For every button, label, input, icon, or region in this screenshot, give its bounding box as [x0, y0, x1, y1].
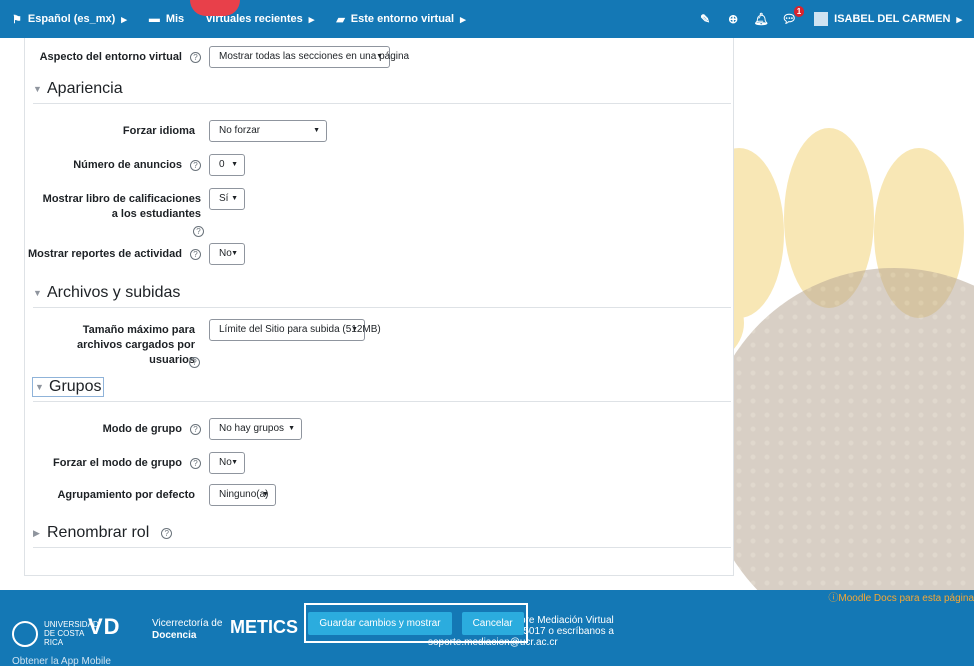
course-format-select[interactable]: Mostrar todas las secciones en una págin… — [209, 46, 409, 68]
show-reports-label: Mostrar reportes de actividad? — [28, 247, 201, 262]
caret-right-icon: ▶ — [33, 527, 40, 538]
section-rename-role-toggle[interactable]: ▶ Renombrar rol ? — [33, 524, 173, 542]
default-grouping-label: Agrupamiento por defecto — [57, 489, 195, 501]
caret-down-icon: ▼ — [35, 382, 44, 392]
briefcase-icon: ▬ — [148, 13, 160, 25]
section-groups-toggle[interactable]: ▼ Grupos — [31, 377, 105, 397]
caret-down-icon: ▼ — [33, 288, 42, 298]
edit-icon[interactable]: ✎ — [698, 12, 712, 26]
language-label: Español (es_mx) — [27, 13, 116, 25]
mobile-app-link[interactable]: Obtener la App Mobile — [12, 656, 111, 666]
cancel-button[interactable]: Cancelar — [461, 611, 524, 635]
max-bytes-select[interactable]: Límite del Sitio para subida (512MB) — [209, 319, 381, 341]
section-appearance: ▼ Apariencia — [33, 80, 731, 104]
ucr-logo: UNIVERSIDAD DE COSTA RICA — [12, 620, 99, 647]
caret-right-icon: ▸ — [460, 13, 466, 26]
force-language-label: Forzar idioma — [122, 125, 195, 137]
vd-logo: VD — [88, 614, 121, 639]
bell-icon[interactable]: 🔔︎ — [754, 12, 769, 26]
book-icon: ▰ — [336, 13, 345, 26]
flag-icon: ⚑ — [12, 13, 22, 26]
group-mode-label: Modo de grupo? — [103, 422, 201, 437]
news-items-label: Número de anuncios? — [73, 158, 201, 173]
default-grouping-select[interactable]: Ninguno(a) — [209, 484, 276, 506]
moodle-docs-link[interactable]: ⓘMoodle Docs para esta página — [828, 589, 974, 604]
course-format-label: Aspecto del entorno virtual? — [40, 50, 201, 65]
user-name: ISABEL DEL CARMEN — [834, 13, 951, 25]
section-appearance-toggle[interactable]: ▼ Apariencia — [33, 80, 123, 98]
show-reports-select[interactable]: No — [209, 243, 245, 265]
help-icon[interactable]: ? — [190, 248, 201, 260]
force-group-mode-select[interactable]: No — [209, 452, 245, 474]
section-files: ▼ Archivos y subidas — [33, 284, 731, 308]
show-grades-select[interactable]: Sí — [209, 188, 245, 210]
force-group-mode-label: Forzar el modo de grupo? — [53, 456, 201, 471]
ucr-seal-icon — [12, 620, 38, 647]
avatar — [814, 12, 829, 26]
notification-badge: 1 — [793, 6, 805, 17]
this-course-menu[interactable]: ▰ Este entorno virtual ▸ — [336, 13, 465, 26]
plus-circle-icon[interactable]: ⊕ — [726, 12, 740, 26]
help-icon[interactable]: ? — [190, 423, 201, 435]
user-menu[interactable]: ISABEL DEL CARMEN ▸ — [814, 12, 962, 26]
help-icon[interactable]: ? — [190, 51, 201, 63]
this-course-label: Este entorno virtual — [350, 13, 455, 25]
caret-right-icon: ▸ — [121, 13, 127, 26]
help-icon[interactable]: ? — [161, 527, 173, 539]
help-icon[interactable]: ? — [190, 457, 201, 469]
section-groups: ▼ Grupos — [31, 377, 731, 402]
metics-logo: METICS — [230, 617, 299, 637]
top-navbar: ⚑ Español (es_mx) ▸ ▬ Mis virtuales reci… — [0, 0, 974, 38]
save-and-display-button[interactable]: Guardar cambios y mostrar — [308, 611, 452, 635]
force-language-select[interactable]: No forzar — [209, 120, 327, 142]
section-files-toggle[interactable]: ▼ Archivos y subidas — [33, 284, 180, 302]
show-grades-label: Mostrar libro de calificaciones a los es… — [42, 193, 201, 220]
language-menu[interactable]: ⚑ Español (es_mx) ▸ — [12, 13, 127, 26]
group-mode-select[interactable]: No hay grupos — [209, 418, 302, 440]
form-actions: Guardar cambios y mostrar Cancelar — [304, 603, 528, 643]
caret-right-icon: ▸ — [956, 13, 962, 26]
help-icon[interactable]: ? — [193, 226, 204, 237]
chat-icon[interactable]: 💬︎ 1 — [782, 6, 805, 26]
vd-logo-subtitle: Vicerrectoría de Docencia — [152, 618, 223, 641]
caret-down-icon: ▼ — [33, 84, 42, 94]
info-icon: ⓘ — [828, 593, 839, 604]
news-items-select[interactable]: 0 — [209, 154, 245, 176]
my-courses-menu[interactable]: ▬ Mis virtuales recientes ▸ — [149, 13, 315, 26]
help-icon[interactable]: ? — [189, 357, 200, 368]
course-settings-form: Aspecto del entorno virtual? Mostrar tod… — [24, 38, 734, 576]
section-rename-role: ▶ Renombrar rol ? — [33, 524, 731, 548]
my-courses-label: Mis — [165, 13, 185, 25]
max-bytes-label: Tamaño máximo para archivos cargados por… — [77, 324, 195, 366]
help-icon[interactable]: ? — [190, 159, 201, 171]
caret-right-icon: ▸ — [308, 13, 315, 26]
